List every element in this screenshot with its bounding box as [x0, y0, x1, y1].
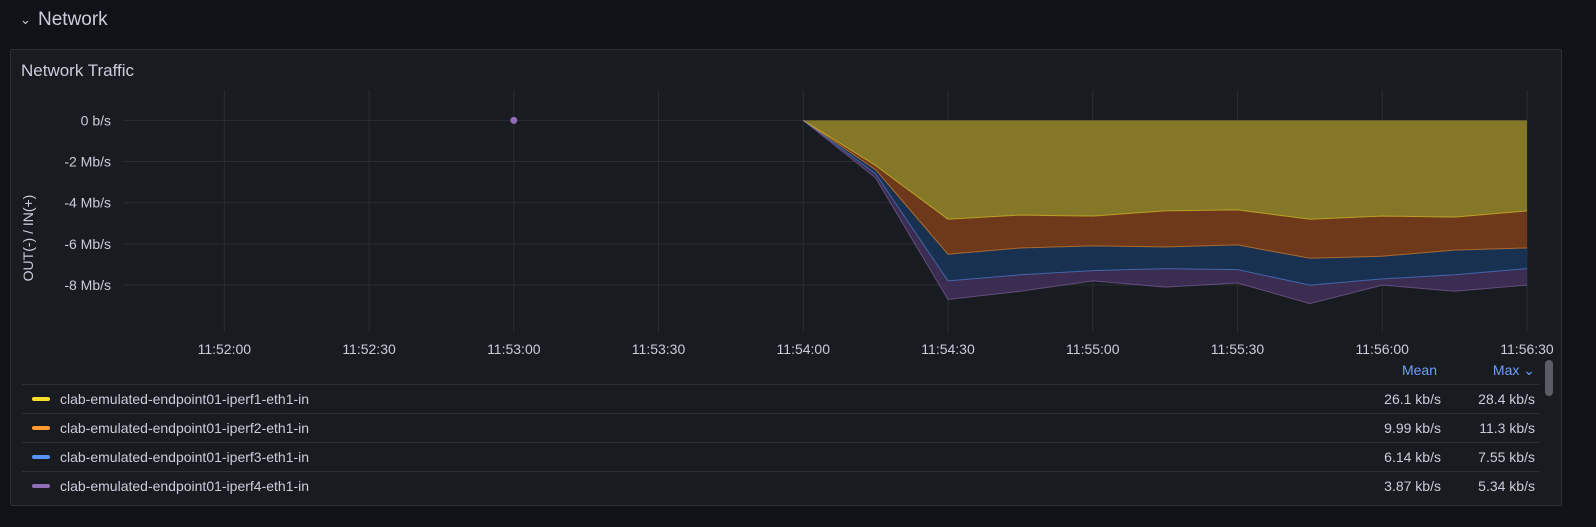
legend-max-value: 11.3 kb/s: [1479, 420, 1535, 436]
chart-svg[interactable]: 0 b/s -2 Mb/s -4 Mb/s -6 Mb/s -8 Mb/s 11:52:…: [11, 50, 1563, 356]
y-tick-label: -4 Mb/s: [64, 195, 111, 211]
x-tick-label: 11:54:00: [777, 341, 831, 356]
data-point: [510, 116, 518, 124]
legend-row[interactable]: clab-emulated-endpoint01-iperf3-eth1-in …: [22, 442, 1539, 471]
legend: Mean Max ⌄ clab-emulated-endpoint01-iper…: [22, 356, 1539, 500]
x-tick-label: 11:55:30: [1211, 341, 1265, 356]
legend-mean-value: 26.1 kb/s: [1384, 391, 1441, 407]
legend-swatch-iperf1: [32, 397, 50, 401]
legend-header: Mean Max ⌄: [22, 356, 1539, 384]
y-tick-label: -8 Mb/s: [64, 277, 111, 293]
legend-row[interactable]: clab-emulated-endpoint01-iperf4-eth1-in …: [22, 471, 1539, 500]
legend-max-value: 28.4 kb/s: [1478, 391, 1535, 407]
x-tick-label: 11:56:00: [1356, 341, 1410, 356]
x-tick-label: 11:54:30: [921, 341, 975, 356]
legend-series-name[interactable]: clab-emulated-endpoint01-iperf1-eth1-in: [60, 391, 1345, 407]
legend-max-value: 5.34 kb/s: [1478, 478, 1535, 494]
legend-series-name[interactable]: clab-emulated-endpoint01-iperf4-eth1-in: [60, 478, 1345, 494]
row-title: Network: [38, 9, 108, 30]
legend-row[interactable]: clab-emulated-endpoint01-iperf1-eth1-in …: [22, 384, 1539, 413]
legend-mean-header[interactable]: Mean: [1365, 362, 1437, 378]
x-tick-label: 11:53:30: [632, 341, 686, 356]
legend-max-value: 7.55 kb/s: [1478, 449, 1535, 465]
legend-series-name[interactable]: clab-emulated-endpoint01-iperf3-eth1-in: [60, 449, 1345, 465]
x-tick-label: 11:56:30: [1500, 341, 1554, 356]
legend-row[interactable]: clab-emulated-endpoint01-iperf2-eth1-in …: [22, 413, 1539, 442]
legend-swatch-iperf3: [32, 455, 50, 459]
legend-swatch-iperf2: [32, 426, 50, 430]
x-tick-label: 11:53:00: [487, 341, 541, 356]
row-header-network[interactable]: ⌄ Network: [20, 8, 108, 32]
x-tick-label: 11:52:30: [342, 341, 396, 356]
network-traffic-panel: Network Traffic 0 b/s -2 Mb/s -4 Mb/s -6 Mb…: [10, 49, 1562, 506]
y-tick-label: -6 Mb/s: [64, 236, 111, 252]
x-tick-label: 11:52:00: [198, 341, 252, 356]
y-tick-label: 0 b/s: [81, 112, 111, 128]
legend-series-name[interactable]: clab-emulated-endpoint01-iperf2-eth1-in: [60, 420, 1345, 436]
x-axis: 11:52:00 11:52:30 11:53:00 11:53:30 11:54:00…: [198, 341, 1554, 356]
legend-swatch-iperf4: [32, 484, 50, 488]
legend-max-header[interactable]: Max ⌄: [1437, 362, 1535, 379]
legend-mean-value: 6.14 kb/s: [1384, 449, 1441, 465]
chevron-down-icon: ⌄: [20, 12, 31, 27]
y-tick-label: -2 Mb/s: [64, 154, 111, 170]
legend-mean-value: 9.99 kb/s: [1384, 420, 1441, 436]
x-tick-label: 11:55:00: [1066, 341, 1120, 356]
y-axis-label: OUT(-) / IN(+): [20, 195, 36, 282]
legend-mean-value: 3.87 kb/s: [1384, 478, 1441, 494]
y-axis: 0 b/s -2 Mb/s -4 Mb/s -6 Mb/s -8 Mb/s: [64, 112, 111, 293]
legend-scrollbar[interactable]: [1545, 360, 1553, 396]
